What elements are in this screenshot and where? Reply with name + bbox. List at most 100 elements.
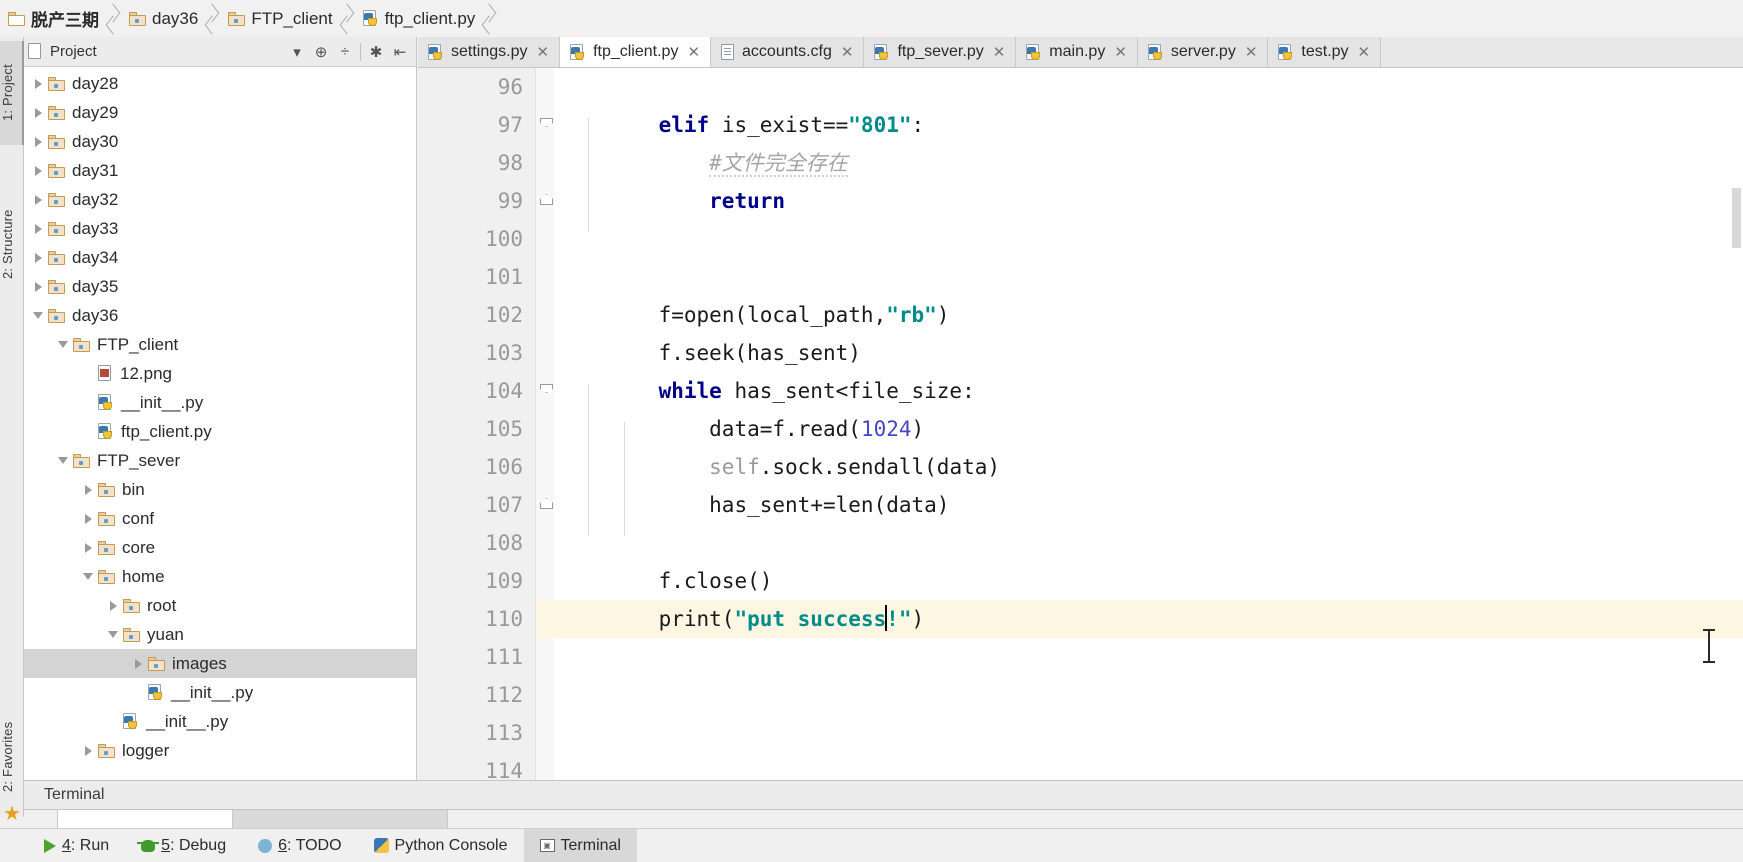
terminal-panel-header[interactable]: Terminal (24, 780, 1743, 810)
tree-item--init-py[interactable]: __init__.py (24, 678, 416, 707)
close-icon[interactable]: ✕ (1358, 43, 1371, 61)
chevron-down-icon[interactable]: ▾ (285, 40, 309, 64)
tree-item-root[interactable]: root (24, 591, 416, 620)
tree-item--init-py[interactable]: __init__.py (24, 707, 416, 736)
tree-item-ftp-client-py[interactable]: ftp_client.py (24, 417, 416, 446)
tree-item-day34[interactable]: day34 (24, 243, 416, 272)
sidebar-item-project[interactable]: 1: Project (0, 41, 24, 145)
code-line[interactable]: f.close() (536, 562, 1743, 600)
code-content[interactable]: elif is_exist=="801": #文件完全存在 return f=o… (536, 68, 1743, 780)
code-line[interactable] (536, 676, 1743, 714)
editor-tab-ftp-sever-py[interactable]: ftp_sever.py ✕ (864, 37, 1017, 67)
code-line[interactable] (536, 524, 1743, 562)
tree-item-day36[interactable]: day36 (24, 301, 416, 330)
chevron-right-icon[interactable] (78, 504, 98, 533)
tree-item-12-png[interactable]: 12.png (24, 359, 416, 388)
chevron-right-icon[interactable] (28, 156, 48, 185)
sidebar-item-structure[interactable]: 2: Structure (0, 183, 24, 305)
status-bar-item-4-run[interactable]: 4: Run (28, 829, 125, 862)
tree-item-ftp-client[interactable]: FTP_client (24, 330, 416, 359)
editor-tab-ftp-client-py[interactable]: ftp_client.py ✕ (560, 37, 712, 67)
close-icon[interactable]: ✕ (687, 43, 700, 61)
tree-item-day29[interactable]: day29 (24, 98, 416, 127)
code-line[interactable] (536, 258, 1743, 296)
chevron-right-icon[interactable] (28, 272, 48, 301)
chevron-right-icon[interactable] (28, 127, 48, 156)
status-bar-item-5-debug[interactable]: 5: Debug (125, 829, 242, 862)
chevron-down-icon[interactable] (53, 446, 73, 475)
breadcrumb-item-day36[interactable]: day36 (121, 0, 204, 37)
hide-icon[interactable]: ⇤ (388, 40, 412, 64)
tree-item-day31[interactable]: day31 (24, 156, 416, 185)
tree-item-home[interactable]: home (24, 562, 416, 591)
chevron-right-icon[interactable] (28, 98, 48, 127)
tree-item-ftp-sever[interactable]: FTP_sever (24, 446, 416, 475)
code-line[interactable]: f=open(local_path,"rb") (536, 296, 1743, 334)
breadcrumb-item-project[interactable]: 脱产三期 (0, 0, 105, 37)
chevron-right-icon[interactable] (78, 533, 98, 562)
tree-item-day32[interactable]: day32 (24, 185, 416, 214)
editor-scrollbar[interactable] (1732, 188, 1741, 248)
editor-tab-test-py[interactable]: test.py ✕ (1268, 37, 1382, 67)
tree-item-conf[interactable]: conf (24, 504, 416, 533)
code-line[interactable]: data=f.read(1024) (536, 410, 1743, 448)
code-line[interactable] (536, 714, 1743, 752)
tree-item-yuan[interactable]: yuan (24, 620, 416, 649)
breadcrumb-item-ftp-client[interactable]: FTP_client (220, 0, 338, 37)
sidebar-item-favorites[interactable]: 2: Favorites (0, 697, 24, 817)
chevron-right-icon[interactable] (28, 69, 48, 98)
code-line[interactable]: self.sock.sendall(data) (536, 448, 1743, 486)
chevron-right-icon[interactable] (28, 185, 48, 214)
tree-item-logger[interactable]: logger (24, 736, 416, 765)
favorites-star-icon[interactable]: ★ (3, 801, 21, 826)
chevron-right-icon[interactable] (28, 214, 48, 243)
gear-icon[interactable]: ✱ (364, 40, 388, 64)
close-icon[interactable]: ✕ (1114, 43, 1127, 61)
code-line[interactable]: return (536, 182, 1743, 220)
status-bar-item-python-console[interactable]: Python Console (358, 829, 524, 862)
tree-item-day33[interactable]: day33 (24, 214, 416, 243)
status-bar[interactable]: 4: Run 5: Debug 6: TODO Python Console ▣ Term… (0, 828, 1743, 862)
chevron-right-icon[interactable] (28, 243, 48, 272)
code-line[interactable]: elif is_exist=="801": (536, 106, 1743, 144)
code-line[interactable]: has_sent+=len(data) (536, 486, 1743, 524)
chevron-down-icon[interactable] (53, 330, 73, 359)
tree-item-day28[interactable]: day28 (24, 69, 416, 98)
close-icon[interactable]: ✕ (993, 43, 1006, 61)
tree-item-bin[interactable]: bin (24, 475, 416, 504)
target-icon[interactable]: ⊕ (309, 40, 333, 64)
status-bar-item-terminal[interactable]: ▣ Terminal (523, 828, 637, 862)
tree-item-day35[interactable]: day35 (24, 272, 416, 301)
tree-item--init-py[interactable]: __init__.py (24, 388, 416, 417)
editor-tab-bar[interactable]: settings.py ✕ ftp_client.py ✕ accounts.cfg ✕ f… (418, 37, 1743, 68)
code-line[interactable] (536, 68, 1743, 106)
chevron-down-icon[interactable] (78, 562, 98, 591)
chevron-down-icon[interactable] (28, 301, 48, 330)
code-line[interactable]: while has_sent<file_size: (536, 372, 1743, 410)
chevron-right-icon[interactable] (103, 591, 123, 620)
chevron-right-icon[interactable] (78, 475, 98, 504)
editor-tab-main-py[interactable]: main.py ✕ (1016, 37, 1138, 67)
close-icon[interactable]: ✕ (841, 43, 854, 61)
code-line[interactable] (536, 638, 1743, 676)
code-line[interactable] (536, 220, 1743, 258)
chevron-right-icon[interactable] (128, 649, 148, 678)
editor-tab-server-py[interactable]: server.py ✕ (1137, 37, 1269, 67)
code-editor[interactable]: 96 97 98 99 100 101 102 103 104 105 106 107 108 109 11… (418, 68, 1743, 783)
editor-tab-settings-py[interactable]: settings.py ✕ (418, 37, 561, 67)
status-bar-item-6-todo[interactable]: 6: TODO (242, 829, 357, 862)
code-line[interactable]: f.seek(has_sent) (536, 334, 1743, 372)
code-line[interactable]: #文件完全存在 (536, 144, 1743, 182)
chevron-right-icon[interactable] (78, 736, 98, 765)
code-line[interactable]: print("put success!") (536, 600, 1743, 638)
close-icon[interactable]: ✕ (536, 43, 549, 61)
collapse-all-icon[interactable]: ÷ (333, 40, 357, 64)
editor-tab-accounts-cfg[interactable]: accounts.cfg ✕ (711, 37, 865, 67)
chevron-down-icon[interactable] (103, 620, 123, 649)
tree-item-images[interactable]: images (24, 649, 416, 678)
tree-item-core[interactable]: core (24, 533, 416, 562)
breadcrumb-item-file[interactable]: ftp_client.py (355, 0, 482, 37)
close-icon[interactable]: ✕ (1245, 43, 1258, 61)
tree-item-day30[interactable]: day30 (24, 127, 416, 156)
project-tree[interactable]: day28 day29 day30 day31 day32 day33 day34 day35… (24, 67, 416, 780)
